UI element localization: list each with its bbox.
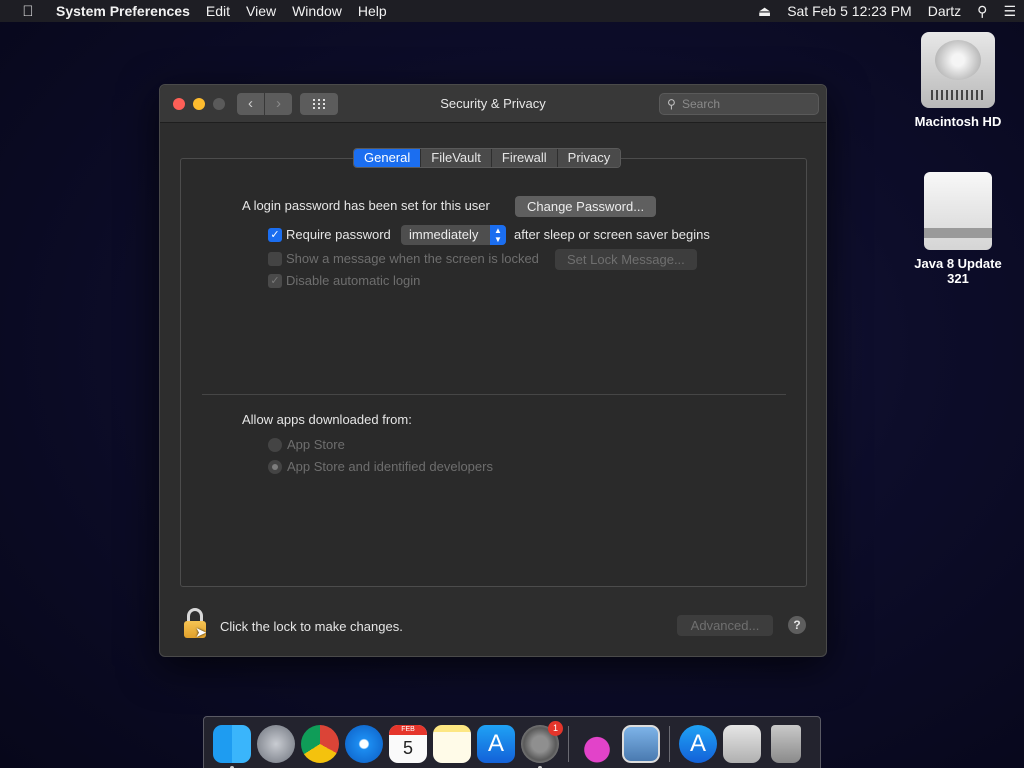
- set-lock-message-button[interactable]: Set Lock Message...: [555, 249, 697, 270]
- finder-icon[interactable]: [213, 725, 251, 768]
- menubar-user[interactable]: Dartz: [920, 3, 969, 19]
- allow-apps-heading: Allow apps downloaded from:: [242, 412, 412, 427]
- notification-badge: 1: [548, 721, 563, 736]
- desktop-icon-macintosh-hd[interactable]: Macintosh HD: [908, 32, 1008, 129]
- menu-view[interactable]: View: [238, 3, 284, 19]
- calendar-month: FEB: [389, 725, 427, 735]
- notes-icon[interactable]: [433, 725, 471, 763]
- tab-general[interactable]: General: [354, 149, 422, 167]
- trash-icon[interactable]: [771, 725, 801, 763]
- calendar-day: 5: [402, 738, 413, 758]
- notification-center-icon[interactable]: ☰: [995, 3, 1024, 20]
- advanced-button[interactable]: Advanced...: [677, 615, 773, 636]
- menu-app-name[interactable]: System Preferences: [56, 3, 198, 19]
- desktop-icon-java-installer[interactable]: Java 8 Update 321: [908, 172, 1008, 286]
- radio-app-store-identified[interactable]: [268, 460, 282, 474]
- require-password-delay-value: immediately: [409, 227, 479, 242]
- system-preferences-icon[interactable]: 1: [521, 721, 563, 768]
- eject-icon[interactable]: ⏏: [750, 3, 779, 20]
- chrome-icon[interactable]: [301, 725, 339, 763]
- disable-autologin-checkbox[interactable]: ✓: [268, 274, 282, 288]
- disable-autologin-label: Disable automatic login: [286, 273, 421, 288]
- lock-hint-text: Click the lock to make changes.: [220, 619, 403, 634]
- help-button[interactable]: ?: [788, 616, 806, 634]
- require-password-delay-select[interactable]: immediately ▲ ▼: [401, 225, 506, 245]
- dock-separator: [669, 726, 670, 762]
- mouse-cursor-icon: ➤: [195, 624, 207, 640]
- menubar-clock[interactable]: Sat Feb 5 12:23 PM: [779, 3, 920, 19]
- security-privacy-window: ‹ › Security & Privacy ⚲ General FileVau…: [159, 84, 827, 657]
- radio-app-store[interactable]: [268, 438, 282, 452]
- app-store-icon[interactable]: A: [477, 725, 515, 763]
- search-icon: ⚲: [667, 97, 676, 111]
- search-input[interactable]: [682, 96, 812, 112]
- preview-icon[interactable]: [622, 725, 660, 763]
- radio-app-store-label: App Store: [287, 437, 345, 452]
- tab-privacy[interactable]: Privacy: [557, 149, 621, 167]
- menu-edit[interactable]: Edit: [198, 3, 238, 19]
- show-message-label: Show a message when the screen is locked: [286, 251, 539, 266]
- disk-image-icon: [924, 172, 992, 250]
- dock: FEB 5 A 1 A: [203, 716, 821, 768]
- change-password-button[interactable]: Change Password...: [515, 196, 657, 217]
- menu-bar:  System Preferences Edit View Window He…: [0, 0, 1024, 22]
- show-message-checkbox[interactable]: [268, 252, 282, 266]
- desktop-icon-label: Macintosh HD: [914, 114, 1002, 129]
- downloads-icon[interactable]: [578, 725, 616, 763]
- after-sleep-text: after sleep or screen saver begins: [514, 227, 710, 242]
- require-password-label: Require password: [286, 227, 391, 242]
- launchpad-icon[interactable]: [257, 725, 295, 763]
- hard-drive-icon: [921, 32, 995, 108]
- menu-help[interactable]: Help: [350, 3, 395, 19]
- radio-app-store-identified-label: App Store and identified developers: [287, 459, 493, 474]
- tab-filevault[interactable]: FileVault: [421, 149, 492, 167]
- title-bar[interactable]: ‹ › Security & Privacy ⚲: [160, 85, 826, 123]
- dock-separator: [568, 726, 569, 762]
- desktop-icon-label: Java 8 Update 321: [914, 256, 1002, 286]
- tab-bar: General FileVault Firewall Privacy: [353, 148, 622, 168]
- apple-menu-icon[interactable]: : [0, 3, 56, 20]
- spotlight-icon[interactable]: ⚲: [969, 3, 995, 20]
- app-store-folder-icon[interactable]: A: [679, 725, 717, 763]
- general-panel: A login password has been set for this u…: [180, 158, 807, 587]
- section-divider: [202, 394, 786, 395]
- tab-firewall[interactable]: Firewall: [491, 149, 558, 167]
- search-field[interactable]: ⚲: [659, 93, 819, 115]
- safari-icon[interactable]: [345, 725, 383, 763]
- installer-icon[interactable]: [723, 725, 761, 763]
- chevron-up-down-icon: ▲ ▼: [490, 225, 506, 245]
- login-password-text: A login password has been set for this u…: [242, 198, 490, 213]
- menu-window[interactable]: Window: [284, 3, 350, 19]
- require-password-checkbox[interactable]: ✓: [268, 228, 282, 242]
- calendar-icon[interactable]: FEB 5: [389, 725, 427, 763]
